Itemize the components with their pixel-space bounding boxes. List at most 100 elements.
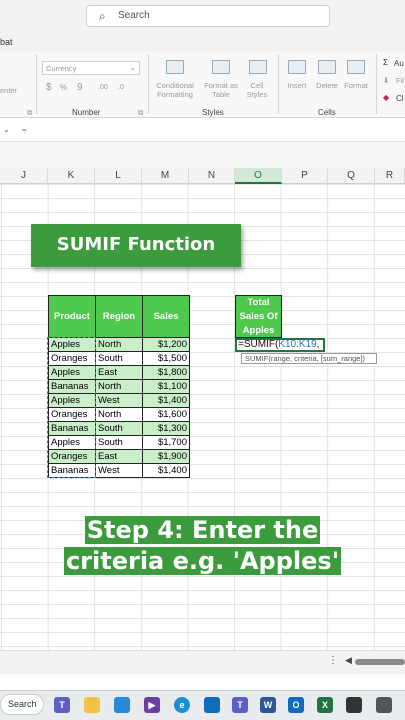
app-icon[interactable] <box>346 697 362 713</box>
store-icon[interactable] <box>114 697 130 713</box>
increase-decimal-icon[interactable]: .00 <box>98 83 108 92</box>
region-cell[interactable]: South <box>95 435 143 450</box>
region-cell[interactable]: South <box>95 421 143 436</box>
ribbon: enter ⧉ Currency ⌄ $ % 9 .00 .0 Number ⧉… <box>0 52 405 118</box>
sales-cell[interactable]: $1,900 <box>142 449 190 464</box>
region-cell[interactable]: West <box>95 463 143 478</box>
column-header-m[interactable]: M <box>142 168 189 184</box>
number-launcher-icon[interactable]: ⧉ <box>138 108 143 117</box>
chevron-down-icon: ⌄ <box>129 63 136 72</box>
sales-cell[interactable]: $1,200 <box>142 337 190 352</box>
autosum-icon: Σ <box>383 58 388 67</box>
alignment-launcher-icon[interactable]: ⧉ <box>27 108 32 117</box>
clear-icon: ◆ <box>383 93 390 102</box>
sales-cell[interactable]: $1,100 <box>142 379 190 394</box>
step-caption: Step 4: Enter the criteria e.g. 'Apples' <box>0 515 405 577</box>
sales-cell[interactable]: $1,500 <box>142 351 190 366</box>
region-cell[interactable]: West <box>95 393 143 408</box>
name-box-chevron-icon[interactable]: ⌄ <box>3 125 10 134</box>
search-box[interactable]: ⌕ Search <box>86 5 330 27</box>
file-explorer-icon[interactable] <box>84 697 100 713</box>
accounting-format-icon[interactable]: $ <box>46 83 52 93</box>
percent-style-icon[interactable]: % <box>60 83 67 92</box>
excel-icon[interactable]: X <box>317 697 333 713</box>
scroll-left-icon[interactable]: ◀ <box>345 655 352 666</box>
cells-group-label: Cells <box>318 108 336 117</box>
clear-button[interactable]: Cl <box>396 94 404 103</box>
divider <box>278 54 279 114</box>
teams-icon[interactable]: T <box>54 697 70 713</box>
teams-chat-icon[interactable]: T <box>232 697 248 713</box>
sheet-gap <box>0 142 405 168</box>
divider <box>148 54 149 114</box>
insert-button[interactable]: Insert <box>282 81 312 90</box>
app-icon[interactable] <box>376 697 392 713</box>
region-cell[interactable]: East <box>95 365 143 380</box>
column-header-o[interactable]: O <box>235 168 282 184</box>
region-cell[interactable]: North <box>95 379 143 394</box>
title-banner: SUMIF Function <box>31 224 241 267</box>
sales-cell[interactable]: $1,700 <box>142 435 190 450</box>
search-placeholder: Search <box>118 10 150 21</box>
region-cell[interactable]: North <box>95 407 143 422</box>
insert-cells-icon <box>288 60 306 74</box>
sales-cell[interactable]: $1,300 <box>142 421 190 436</box>
column-header-k[interactable]: K <box>48 168 95 184</box>
calendar-icon[interactable] <box>204 697 220 713</box>
column-header-row: J K L M N O P Q R <box>0 168 405 184</box>
number-format-dropdown[interactable]: Currency ⌄ <box>42 61 140 75</box>
region-cell[interactable]: East <box>95 449 143 464</box>
expand-icon[interactable]: ⩦ <box>22 125 27 135</box>
conditional-formatting-icon <box>166 60 184 74</box>
header-product[interactable]: Product <box>48 295 96 338</box>
cell-styles-button[interactable]: Cell Styles <box>240 81 274 99</box>
sales-cell[interactable]: $1,600 <box>142 407 190 422</box>
formula-prefix: =SUMIF( <box>238 339 279 350</box>
total-sales-header[interactable]: Total Sales Of Apples <box>235 295 282 338</box>
table-header-row: Product Region Sales <box>48 295 190 338</box>
horizontal-scrollbar[interactable] <box>355 659 405 665</box>
column-header-j[interactable]: J <box>0 168 48 184</box>
sales-cell[interactable]: $1,800 <box>142 365 190 380</box>
sales-cell[interactable]: $1,400 <box>142 463 190 478</box>
header-sales[interactable]: Sales <box>142 295 190 338</box>
media-icon[interactable]: ▶ <box>144 697 160 713</box>
delete-button[interactable]: Delete <box>312 81 342 90</box>
divider <box>36 54 37 114</box>
header-region[interactable]: Region <box>95 295 143 338</box>
alignment-fragment[interactable]: enter <box>0 86 20 95</box>
autosum-button[interactable]: Au <box>394 59 404 68</box>
formula-suffix: , <box>316 339 320 350</box>
cell-styles-icon <box>249 60 267 74</box>
fill-button[interactable]: Fil <box>396 76 404 85</box>
ribbon-tab-fragment[interactable]: bat <box>0 37 13 47</box>
column-header-r[interactable]: R <box>375 168 405 184</box>
comma-style-icon[interactable]: 9 <box>77 83 83 93</box>
formula-range-ref: K10:K19 <box>278 339 317 350</box>
step-caption-line-1: Step 4: Enter the <box>84 516 321 544</box>
range-selection-marquee <box>47 337 96 478</box>
fill-icon: ⬇ <box>383 76 390 85</box>
delete-cells-icon <box>318 60 336 74</box>
conditional-formatting-button[interactable]: Conditional Formatting <box>151 81 199 99</box>
region-cell[interactable]: South <box>95 351 143 366</box>
region-cell[interactable]: North <box>95 337 143 352</box>
edge-icon[interactable]: e <box>174 697 190 713</box>
format-button[interactable]: Format <box>340 81 372 90</box>
format-cells-icon <box>347 60 365 74</box>
more-options-icon[interactable]: ⋮ <box>328 655 338 666</box>
taskbar-search[interactable]: Search <box>0 694 44 715</box>
format-as-table-button[interactable]: Format as Table <box>201 81 241 99</box>
column-header-q[interactable]: Q <box>328 168 375 184</box>
decrease-decimal-icon[interactable]: .0 <box>118 83 124 92</box>
column-header-l[interactable]: L <box>95 168 142 184</box>
active-formula-cell[interactable]: =SUMIF(K10:K19, <box>235 338 325 352</box>
column-header-p[interactable]: P <box>282 168 328 184</box>
number-format-value: Currency <box>46 64 77 73</box>
word-icon[interactable]: W <box>260 697 276 713</box>
outlook-icon[interactable]: O <box>288 697 304 713</box>
taskbar-search-label: Search <box>8 699 37 709</box>
search-icon: ⌕ <box>99 9 106 23</box>
column-header-n[interactable]: N <box>189 168 235 184</box>
sales-cell[interactable]: $1,400 <box>142 393 190 408</box>
